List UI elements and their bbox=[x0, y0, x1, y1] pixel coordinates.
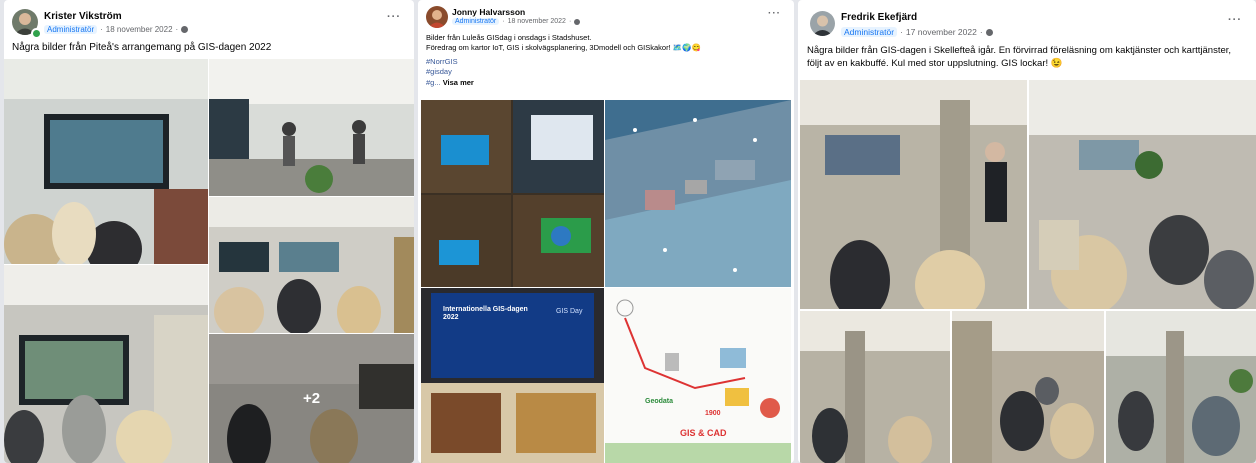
avatar[interactable] bbox=[810, 11, 835, 36]
sketch-label: Geodata bbox=[645, 398, 674, 405]
slide-title: Internationella GIS-dagen 2022 bbox=[443, 306, 528, 322]
online-indicator bbox=[31, 28, 42, 39]
post-text-line: Föredrag om kartor IoT, GIS i skolvägspl… bbox=[426, 43, 701, 53]
post-photo[interactable] bbox=[800, 80, 1027, 309]
post-meta: Administratör · 18 november 2022 · bbox=[44, 25, 189, 34]
sketch-label: GIS & CAD bbox=[680, 428, 727, 438]
post-photo[interactable] bbox=[209, 197, 414, 333]
separator: · bbox=[100, 25, 103, 34]
separator: · bbox=[979, 27, 983, 37]
post-fredrik: Fredrik Ekefjärd Administratör · 17 nove… bbox=[798, 0, 1256, 463]
more-options-button[interactable]: ··· bbox=[768, 8, 781, 19]
post-date[interactable]: 17 november 2022 bbox=[906, 27, 977, 37]
separator: · bbox=[175, 25, 179, 34]
globe-icon bbox=[985, 28, 993, 36]
post-photo[interactable] bbox=[800, 311, 950, 463]
hashtag-link[interactable]: #NorrGIS bbox=[426, 57, 786, 67]
avatar[interactable] bbox=[426, 6, 448, 28]
post-text: Några bilder från GIS-dagen i Skellefteå… bbox=[807, 45, 1232, 69]
post-meta: Administratör · 18 november 2022 · bbox=[452, 18, 581, 25]
separator: · bbox=[568, 18, 572, 25]
globe-icon bbox=[574, 18, 581, 25]
separator: · bbox=[900, 27, 903, 37]
hashtag-link[interactable]: #gisday bbox=[426, 67, 786, 77]
admin-badge: Administratör bbox=[44, 25, 98, 34]
post-photo[interactable] bbox=[1029, 80, 1256, 309]
more-options-button[interactable]: ··· bbox=[387, 11, 401, 23]
post-jonny: Jonny Halvarsson Administratör · 18 nove… bbox=[418, 0, 794, 463]
more-options-button[interactable]: ··· bbox=[1228, 14, 1242, 26]
sketch-label: 1900 bbox=[705, 410, 721, 417]
author-name[interactable]: Krister Vikström bbox=[44, 11, 122, 22]
admin-badge: Administratör bbox=[841, 27, 898, 37]
post-photo[interactable] bbox=[952, 311, 1104, 463]
post-date[interactable]: 18 november 2022 bbox=[508, 18, 566, 25]
hashtag-link[interactable]: #g... bbox=[426, 78, 441, 87]
post-date[interactable]: 18 november 2022 bbox=[106, 25, 173, 34]
author-name[interactable]: Fredrik Ekefjärd bbox=[841, 12, 917, 23]
post-meta: Administratör · 17 november 2022 · bbox=[841, 27, 993, 37]
post-photo[interactable]: Internationella GIS-dagen 2022 GIS Day bbox=[421, 288, 604, 463]
post-text: Några bilder från Piteå's arrangemang på… bbox=[12, 42, 272, 53]
post-photo[interactable] bbox=[4, 59, 208, 264]
post-text: Bilder från Luleås GISdag i onsdags i St… bbox=[426, 33, 786, 88]
author-name[interactable]: Jonny Halvarsson bbox=[452, 7, 525, 17]
slide-label: GIS Day bbox=[556, 308, 583, 315]
post-krister: Krister Vikström Administratör · 18 nove… bbox=[4, 0, 414, 463]
globe-icon bbox=[181, 26, 189, 33]
post-photo-more[interactable]: +2 bbox=[209, 334, 414, 463]
post-photo[interactable]: Geodata 1900 GIS & CAD bbox=[605, 288, 791, 463]
post-photo[interactable] bbox=[605, 100, 791, 287]
post-text-line: Bilder från Luleås GISdag i onsdags i St… bbox=[426, 33, 592, 42]
separator: · bbox=[502, 18, 505, 25]
see-more-link[interactable]: Visa mer bbox=[443, 78, 474, 87]
admin-badge: Administratör bbox=[452, 18, 500, 25]
post-photo[interactable] bbox=[209, 59, 414, 196]
more-photos-count[interactable]: +2 bbox=[209, 334, 414, 463]
post-photo[interactable] bbox=[1106, 311, 1256, 463]
post-photo[interactable] bbox=[421, 100, 604, 287]
post-photo[interactable] bbox=[4, 265, 208, 463]
